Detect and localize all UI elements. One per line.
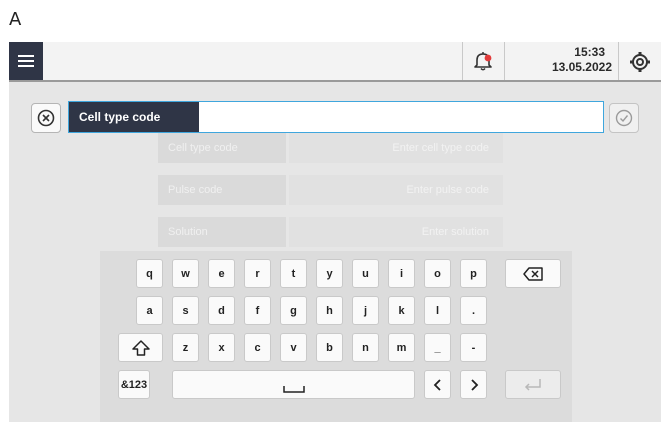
key-hyphen[interactable]: - bbox=[460, 333, 487, 362]
input-label: Cell type code bbox=[69, 102, 199, 132]
enter-return-icon bbox=[524, 378, 541, 391]
clock-date: 13.05.2022 bbox=[551, 60, 612, 74]
divider bbox=[462, 42, 463, 80]
key-b[interactable]: b bbox=[316, 333, 343, 362]
key-l[interactable]: l bbox=[424, 296, 451, 325]
space-key[interactable] bbox=[172, 370, 415, 399]
bell-alert-icon[interactable] bbox=[471, 50, 495, 72]
key-a[interactable]: a bbox=[136, 296, 163, 325]
key-u[interactable]: u bbox=[352, 259, 379, 288]
key-f[interactable]: f bbox=[244, 296, 271, 325]
key-q[interactable]: q bbox=[136, 259, 163, 288]
key-g[interactable]: g bbox=[280, 296, 307, 325]
key-underscore[interactable]: _ bbox=[424, 333, 451, 362]
key-w[interactable]: w bbox=[172, 259, 199, 288]
mode-switch-key[interactable]: &123 bbox=[118, 370, 150, 399]
form-row-field: Enter solution bbox=[289, 217, 503, 247]
form-row-label: Cell type code bbox=[158, 133, 286, 163]
confirm-check-icon bbox=[615, 109, 633, 127]
hamburger-menu-icon bbox=[18, 55, 34, 67]
backspace-icon bbox=[523, 266, 543, 281]
form-row-field: Enter cell type code bbox=[289, 133, 503, 163]
form-row-label: Pulse code bbox=[158, 175, 286, 205]
key-m[interactable]: m bbox=[388, 333, 415, 362]
key-d[interactable]: d bbox=[208, 296, 235, 325]
form-row-field: Enter pulse code bbox=[289, 175, 503, 205]
key-r[interactable]: r bbox=[244, 259, 271, 288]
figure-label: A bbox=[9, 9, 22, 30]
backspace-key[interactable] bbox=[505, 259, 561, 288]
hamburger-menu-button[interactable] bbox=[9, 42, 43, 80]
key-j[interactable]: j bbox=[352, 296, 379, 325]
form-row-label: Solution bbox=[158, 217, 286, 247]
chevron-left-icon bbox=[433, 378, 441, 391]
shift-arrow-icon bbox=[131, 339, 150, 356]
enter-key[interactable] bbox=[505, 370, 561, 399]
key-period[interactable]: . bbox=[460, 296, 487, 325]
device-screen: 15:33 13.05.2022 Cell type code Cell typ… bbox=[9, 42, 661, 422]
key-z[interactable]: z bbox=[172, 333, 199, 362]
confirm-button[interactable] bbox=[609, 103, 639, 133]
settings-gear-icon[interactable] bbox=[628, 50, 652, 74]
clock: 15:33 13.05.2022 bbox=[524, 45, 612, 77]
chevron-right-icon bbox=[470, 378, 478, 391]
divider bbox=[618, 42, 619, 80]
top-bar: 15:33 13.05.2022 bbox=[9, 42, 661, 82]
key-c[interactable]: c bbox=[244, 333, 271, 362]
clear-input-button[interactable] bbox=[31, 103, 61, 133]
cell-type-code-input[interactable]: Cell type code bbox=[68, 101, 604, 133]
key-v[interactable]: v bbox=[280, 333, 307, 362]
clear-circle-x-icon bbox=[37, 109, 55, 127]
shift-key[interactable] bbox=[118, 333, 163, 362]
cursor-left-key[interactable] bbox=[424, 370, 451, 399]
divider bbox=[504, 42, 505, 80]
key-s[interactable]: s bbox=[172, 296, 199, 325]
clock-time: 15:33 bbox=[574, 45, 605, 59]
key-o[interactable]: o bbox=[424, 259, 451, 288]
key-p[interactable]: p bbox=[460, 259, 487, 288]
on-screen-keyboard: q w e r t y u i o p a s d f g h j k l . bbox=[100, 251, 572, 422]
key-i[interactable]: i bbox=[388, 259, 415, 288]
key-x[interactable]: x bbox=[208, 333, 235, 362]
cursor-right-key[interactable] bbox=[460, 370, 487, 399]
space-bar-icon bbox=[282, 385, 305, 393]
key-n[interactable]: n bbox=[352, 333, 379, 362]
key-e[interactable]: e bbox=[208, 259, 235, 288]
key-h[interactable]: h bbox=[316, 296, 343, 325]
key-t[interactable]: t bbox=[280, 259, 307, 288]
key-k[interactable]: k bbox=[388, 296, 415, 325]
key-y[interactable]: y bbox=[316, 259, 343, 288]
